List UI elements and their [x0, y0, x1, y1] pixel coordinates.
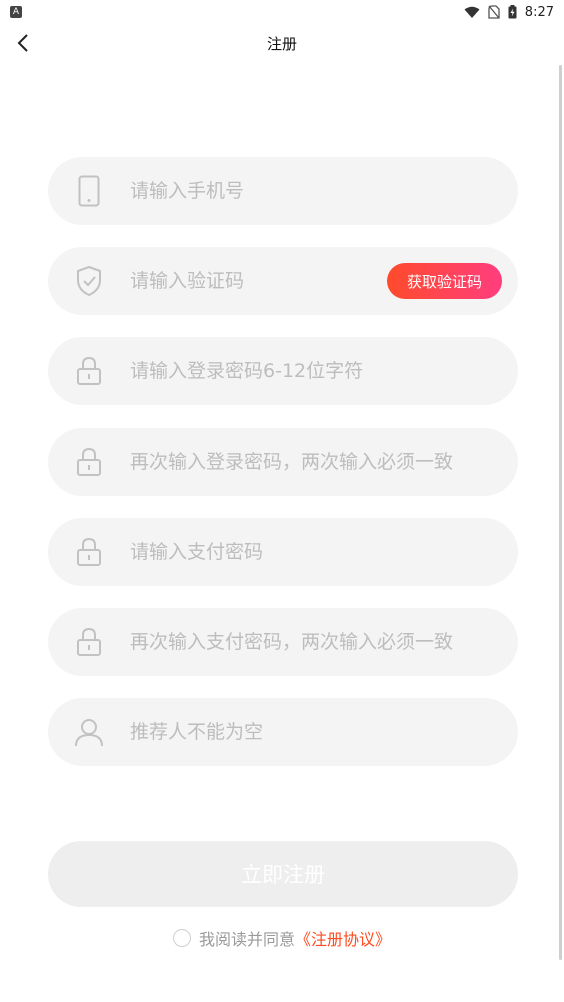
confirm-pay-password-input[interactable] — [130, 622, 518, 662]
lock-icon — [77, 447, 101, 476]
agreement-text: 我阅读并同意 — [198, 930, 295, 949]
lock-icon — [77, 537, 101, 566]
header: 注册 — [0, 24, 564, 62]
no-sim-icon — [488, 5, 500, 19]
register-button[interactable]: 立即注册 — [48, 841, 518, 907]
login-password-input[interactable] — [130, 351, 518, 391]
phone-input[interactable] — [130, 171, 518, 211]
agreement-link[interactable]: 《注册协议》 — [295, 926, 391, 950]
pay-password-field — [48, 518, 518, 586]
confirm-login-password-input[interactable] — [130, 442, 518, 482]
get-code-button[interactable]: 获取验证码 — [386, 263, 502, 299]
verification-code-input[interactable] — [130, 261, 387, 301]
user-icon — [75, 719, 103, 747]
status-time: 8:27 — [524, 4, 554, 20]
agreement-checkbox[interactable] — [172, 929, 191, 947]
confirm-login-password-field — [48, 428, 518, 496]
scrollbar[interactable] — [559, 65, 562, 960]
wifi-icon — [464, 6, 480, 18]
app-notification-icon: A — [10, 6, 22, 18]
confirm-pay-password-field — [48, 608, 518, 676]
lock-icon — [77, 627, 101, 656]
agreement-row: 我阅读并同意 《注册协议》 — [0, 926, 564, 950]
chevron-left-icon — [17, 34, 28, 52]
back-button[interactable] — [8, 28, 38, 58]
battery-icon — [508, 5, 517, 19]
phone-field — [48, 157, 518, 225]
pay-password-input[interactable] — [130, 532, 518, 572]
lock-icon — [77, 356, 101, 385]
shield-check-icon — [77, 266, 101, 296]
status-bar: A 8:27 — [0, 0, 564, 24]
login-password-field — [48, 337, 518, 405]
verification-code-field: 获取验证码 — [48, 247, 518, 315]
referrer-input[interactable] — [130, 712, 518, 752]
phone-icon — [78, 175, 100, 207]
page-title: 注册 — [266, 34, 297, 53]
referrer-field — [48, 698, 518, 766]
